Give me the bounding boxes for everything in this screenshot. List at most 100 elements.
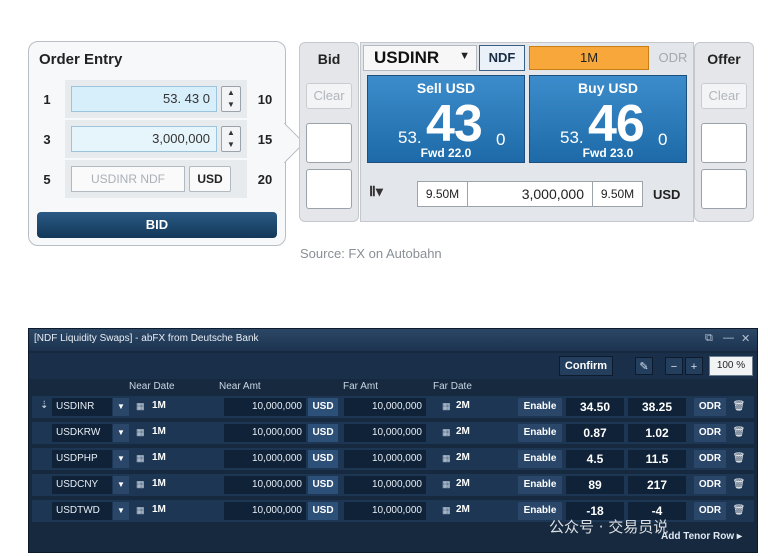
bid-clear-button[interactable]: Clear [306,83,352,109]
near-currency[interactable]: USD [308,450,338,468]
calendar-icon[interactable]: ▦ [442,401,451,412]
pair-select[interactable]: USDINR ▼ [363,45,477,71]
far-amount[interactable]: 10,000,000 [344,502,426,520]
row-number-left[interactable]: 5 [35,160,59,198]
far-tenor[interactable]: 2M [456,504,470,515]
symbol-dropdown-icon[interactable]: ▼ [113,398,129,416]
far-amount[interactable]: 10,000,000 [344,398,426,416]
zoom-out-icon[interactable]: − [665,357,683,375]
amount-input[interactable]: 3,000,000 [468,182,592,206]
ndf-button[interactable]: NDF [479,45,525,71]
calendar-icon[interactable]: ▦ [136,505,145,516]
trash-icon[interactable]: 🗑 [730,398,748,416]
far-amount[interactable]: 10,000,000 [344,450,426,468]
up-arrow-icon[interactable]: ▲ [222,87,240,99]
calendar-icon[interactable]: ▦ [442,453,451,464]
offer-clear-button[interactable]: Clear [701,83,747,109]
near-tenor[interactable]: 1M [152,504,166,515]
near-amount[interactable]: 10,000,000 [224,424,306,442]
near-currency[interactable]: USD [308,424,338,442]
far-tenor[interactable]: 2M [456,478,470,489]
enable-button[interactable]: Enable [518,476,562,494]
up-arrow-icon[interactable]: ▲ [222,127,240,139]
enable-button[interactable]: Enable [518,450,562,468]
symbol-dropdown-icon[interactable]: ▼ [113,476,129,494]
near-tenor[interactable]: 1M [152,478,166,489]
offer-price[interactable]: 38.25 [628,398,686,416]
down-arrow-icon[interactable]: ▼ [222,99,240,111]
offer-price[interactable]: 1.02 [628,424,686,442]
amount-input[interactable]: 3,000,000 [71,126,217,152]
enable-button[interactable]: Enable [518,424,562,442]
amount-currency[interactable]: USD [653,187,680,202]
down-arrow-icon[interactable]: ▼ [222,139,240,151]
bid-price[interactable]: 89 [566,476,624,494]
row-number-right[interactable]: 20 [253,160,277,198]
bid-button[interactable]: BID [37,212,277,238]
bid-price[interactable]: 34.50 [566,398,624,416]
tenor-field[interactable]: 1M [529,46,649,70]
odr-button[interactable]: ODR [653,47,693,69]
trash-icon[interactable]: 🗑 [730,424,748,442]
calendar-icon[interactable]: ▦ [442,427,451,438]
near-amount[interactable]: 10,000,000 [224,398,306,416]
odr-button[interactable]: ODR [694,424,726,442]
calendar-icon[interactable]: ▦ [136,401,145,412]
symbol-dropdown-icon[interactable]: ▼ [113,502,129,520]
calendar-icon[interactable]: ▦ [136,453,145,464]
amount-preset-right[interactable]: 9.50M [592,182,642,206]
bid-order-box[interactable] [306,123,352,163]
symbol-field[interactable]: USDKRW [52,424,112,442]
calendar-icon[interactable]: ▦ [136,427,145,438]
trash-icon[interactable]: 🗑 [730,450,748,468]
ladder-tool-icon[interactable]: Ⅱ▾ [369,183,383,200]
row-number-right[interactable]: 15 [253,120,277,158]
bid-price[interactable]: 0.87 [566,424,624,442]
instrument-field[interactable]: USDINR NDF [71,166,185,192]
symbol-dropdown-icon[interactable]: ▼ [113,424,129,442]
far-tenor[interactable]: 2M [456,452,470,463]
odr-button[interactable]: ODR [694,502,726,520]
near-tenor[interactable]: 1M [152,400,166,411]
zoom-select[interactable]: 100 % [709,356,753,376]
wrench-icon[interactable]: ✎ [635,357,653,375]
currency-button[interactable]: USD [189,166,231,192]
buy-price-tile[interactable]: Buy USD 53. 46 0 Fwd 23.0 [529,75,687,163]
close-icon[interactable]: ✕ [741,332,750,345]
offer-price[interactable]: 11.5 [628,450,686,468]
row-number-left[interactable]: 1 [35,80,59,118]
symbol-field[interactable]: USDTWD [52,502,112,520]
amount-spinner[interactable]: ▲ ▼ [221,126,241,152]
bid-order-box[interactable] [306,169,352,209]
symbol-field[interactable]: USDCNY [52,476,112,494]
odr-button[interactable]: ODR [694,450,726,468]
far-tenor[interactable]: 2M [456,400,470,411]
trash-icon[interactable]: 🗑 [730,476,748,494]
near-amount[interactable]: 10,000,000 [224,476,306,494]
near-currency[interactable]: USD [308,398,338,416]
sort-arrow-icon[interactable]: ⇣ [40,400,48,411]
confirm-button[interactable]: Confirm [559,356,613,376]
enable-button[interactable]: Enable [518,398,562,416]
calendar-icon[interactable]: ▦ [442,505,451,516]
near-tenor[interactable]: 1M [152,452,166,463]
symbol-dropdown-icon[interactable]: ▼ [113,450,129,468]
popout-icon[interactable]: ⧉ [705,332,713,345]
far-amount[interactable]: 10,000,000 [344,424,426,442]
odr-button[interactable]: ODR [694,476,726,494]
symbol-field[interactable]: USDPHP [52,450,112,468]
rate-spinner[interactable]: ▲ ▼ [221,86,241,112]
calendar-icon[interactable]: ▦ [442,479,451,490]
near-tenor[interactable]: 1M [152,426,166,437]
symbol-field[interactable]: USDINR [52,398,112,416]
calendar-icon[interactable]: ▦ [136,479,145,490]
odr-button[interactable]: ODR [694,398,726,416]
row-number-left[interactable]: 3 [35,120,59,158]
near-amount[interactable]: 10,000,000 [224,450,306,468]
add-tenor-row-button[interactable]: Add Tenor Row ▸ [661,531,742,542]
sell-price-tile[interactable]: Sell USD 53. 43 0 Fwd 22.0 [367,75,525,163]
minimize-icon[interactable]: — [723,332,734,344]
row-number-right[interactable]: 10 [253,80,277,118]
offer-price[interactable]: 217 [628,476,686,494]
near-amount[interactable]: 10,000,000 [224,502,306,520]
